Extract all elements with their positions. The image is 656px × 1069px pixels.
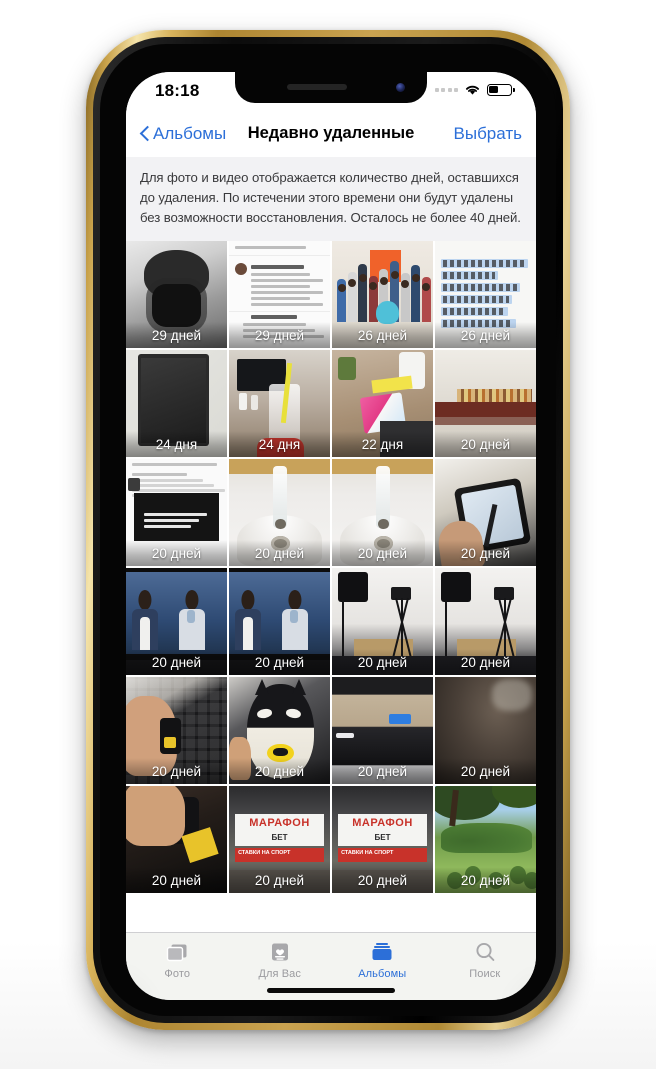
photo-grid: 29 дней 29 дней 26 дней 26 дней 24 дня 24 дня… <box>126 241 536 894</box>
battery-icon <box>487 83 515 96</box>
page-root: 18:18 Альбомы Недавно удаленные Выбрать … <box>0 0 656 1069</box>
tab-search[interactable]: Поиск <box>434 939 537 980</box>
earpiece-speaker-icon <box>287 84 347 90</box>
photo-hand-usb-figure[interactable]: 20 дней <box>126 677 227 785</box>
photo-shelf-pencils[interactable]: 20 дней <box>435 350 536 458</box>
thumbnail-art <box>126 677 227 785</box>
photo-tweet-screenshot[interactable]: 29 дней <box>229 241 330 349</box>
tab-albums-label: Альбомы <box>358 968 407 980</box>
status-time: 18:18 <box>155 81 200 100</box>
photo-sink-water-2[interactable]: 20 дней <box>332 459 433 567</box>
photo-studio-tripod-2[interactable]: 20 дней <box>435 568 536 676</box>
thumbnail-art <box>435 568 536 676</box>
chevron-left-icon <box>140 125 150 142</box>
tab-for-you[interactable]: Для Вас <box>229 939 332 980</box>
phone-frame: 18:18 Альбомы Недавно удаленные Выбрать … <box>86 30 570 1030</box>
thumbnail-art <box>332 568 433 676</box>
photo-studio-tripod-1[interactable]: 20 дней <box>332 568 433 676</box>
photo-tv-two-men-2[interactable]: 20 дней <box>229 568 330 676</box>
thumbnail-art <box>229 350 330 458</box>
photo-park-trees[interactable]: 20 дней <box>435 786 536 894</box>
deleted-info-text: Для фото и видео отображается количество… <box>126 157 536 242</box>
search-icon <box>474 939 496 965</box>
photo-desk-package[interactable]: 22 дня <box>332 350 433 458</box>
phone-screen: 18:18 Альбомы Недавно удаленные Выбрать … <box>126 72 536 1000</box>
thumbnail-art <box>435 786 536 894</box>
photo-blurred-dark[interactable]: 20 дней <box>435 677 536 785</box>
status-indicators <box>434 83 515 96</box>
photo-batman-bank[interactable]: 20 дней <box>229 677 330 785</box>
photo-text-selection[interactable]: 26 дней <box>435 241 536 349</box>
photo-tv-two-men-1[interactable]: 20 дней <box>126 568 227 676</box>
thumbnail-art <box>126 568 227 676</box>
thumbnail-art <box>126 241 227 349</box>
photos-icon <box>165 939 189 965</box>
signal-dots-icon <box>434 87 458 92</box>
back-to-albums-button[interactable]: Альбомы <box>140 124 226 144</box>
thumbnail-art <box>435 459 536 567</box>
photo-hand-object[interactable]: 20 дней <box>126 786 227 894</box>
photo-monitor-edge[interactable]: 20 дней <box>332 677 433 785</box>
thumbnail-art <box>332 677 433 785</box>
wifi-icon <box>464 83 481 96</box>
photo-group-people[interactable]: 26 дней <box>332 241 433 349</box>
front-camera-icon <box>396 83 405 92</box>
tab-for-you-label: Для Вас <box>258 968 302 980</box>
page-title: Недавно удаленные <box>247 124 415 142</box>
nav-bar: Альбомы Недавно удаленные Выбрать <box>126 110 536 157</box>
thumbnail-art <box>332 350 433 458</box>
thumbnail-art <box>229 677 330 785</box>
photo-marathonbet-sign-1[interactable]: МАРАФОН БЕТ СТАВКИ НА СПОРТ 20 дней <box>229 786 330 894</box>
thumbnail-art: МАРАФОН БЕТ СТАВКИ НА СПОРТ <box>332 786 433 894</box>
thumbnail-art <box>126 786 227 894</box>
photo-sink-water-1[interactable]: 20 дней <box>229 459 330 567</box>
thumbnail-art <box>435 677 536 785</box>
thumbnail-art <box>229 568 330 676</box>
home-indicator[interactable] <box>267 988 395 993</box>
thumbnail-art <box>126 350 227 458</box>
thumbnail-art <box>332 241 433 349</box>
thumbnail-art <box>435 350 536 458</box>
thumbnail-art <box>229 241 330 349</box>
foryou-icon <box>269 939 291 965</box>
tab-search-label: Поиск <box>469 968 501 980</box>
notch <box>235 72 427 103</box>
tab-photos[interactable]: Фото <box>126 939 229 980</box>
photo-cup-straw[interactable]: 24 дня <box>229 350 330 458</box>
thumbnail-art <box>332 459 433 567</box>
thumbnail-art <box>229 459 330 567</box>
select-button[interactable]: Выбрать <box>454 124 522 144</box>
thumbnail-art: МАРАФОН БЕТ СТАВКИ НА СПОРТ <box>229 786 330 894</box>
thumbnail-art <box>435 241 536 349</box>
thumbnail-art <box>126 459 227 567</box>
tab-photos-label: Фото <box>164 968 191 980</box>
tab-albums[interactable]: Альбомы <box>331 939 434 980</box>
photo-marathonbet-sign-2[interactable]: МАРАФОН БЕТ СТАВКИ НА СПОРТ 20 дней <box>332 786 433 894</box>
photo-photographer-selfie[interactable]: 29 дней <box>126 241 227 349</box>
photo-dark-monitor[interactable]: 24 дня <box>126 350 227 458</box>
photo-news-screenshot[interactable]: 20 дней <box>126 459 227 567</box>
photo-tablet-writing[interactable]: 20 дней <box>435 459 536 567</box>
albums-icon <box>370 939 394 965</box>
back-label: Альбомы <box>153 123 227 143</box>
